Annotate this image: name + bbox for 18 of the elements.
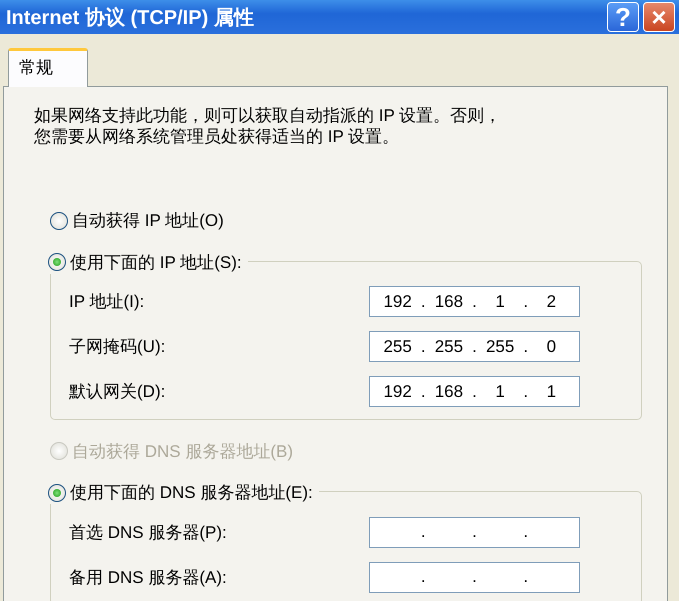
ip-address-field[interactable]: 255 . 255 . 255 . 0 (369, 331, 580, 362)
description-text: 如果网络支持此功能，则可以获取自动指派的 IP 设置。否则， 您需要从网络系统管理员处获得适当的 IP 设置。 (34, 105, 502, 147)
ip-address-field[interactable]: . . . (369, 516, 580, 548)
field-label: 备用 DNS 服务器(A): (69, 566, 228, 588)
ip-address-field[interactable]: . . . (369, 562, 580, 592)
window-title: Internet 协议 (TCP/IP) 属性 (6, 6, 255, 30)
field-label: 子网掩码(U): (69, 336, 166, 358)
radio-label: 自动获得 DNS 服务器地址(B) (72, 440, 293, 462)
field-label: IP 地址(I): (69, 291, 146, 313)
radio-label: 自动获得 IP 地址(O) (72, 210, 224, 232)
ip-address-field[interactable]: 192 . 168 . 1 . 2 (369, 286, 580, 317)
field-label: 默认网关(D): (69, 381, 166, 403)
radio-label: 使用下面的 DNS 服务器地址(E): (70, 482, 313, 504)
ip-address-field[interactable]: 192 . 168 . 1 . 1 (369, 376, 580, 407)
tab[interactable]: 常规 (8, 48, 88, 87)
close-button[interactable]: × (643, 2, 675, 32)
field-label: 首选 DNS 服务器(P): (69, 522, 228, 544)
radio-label: 使用下面的 IP 地址(S): (70, 252, 242, 274)
